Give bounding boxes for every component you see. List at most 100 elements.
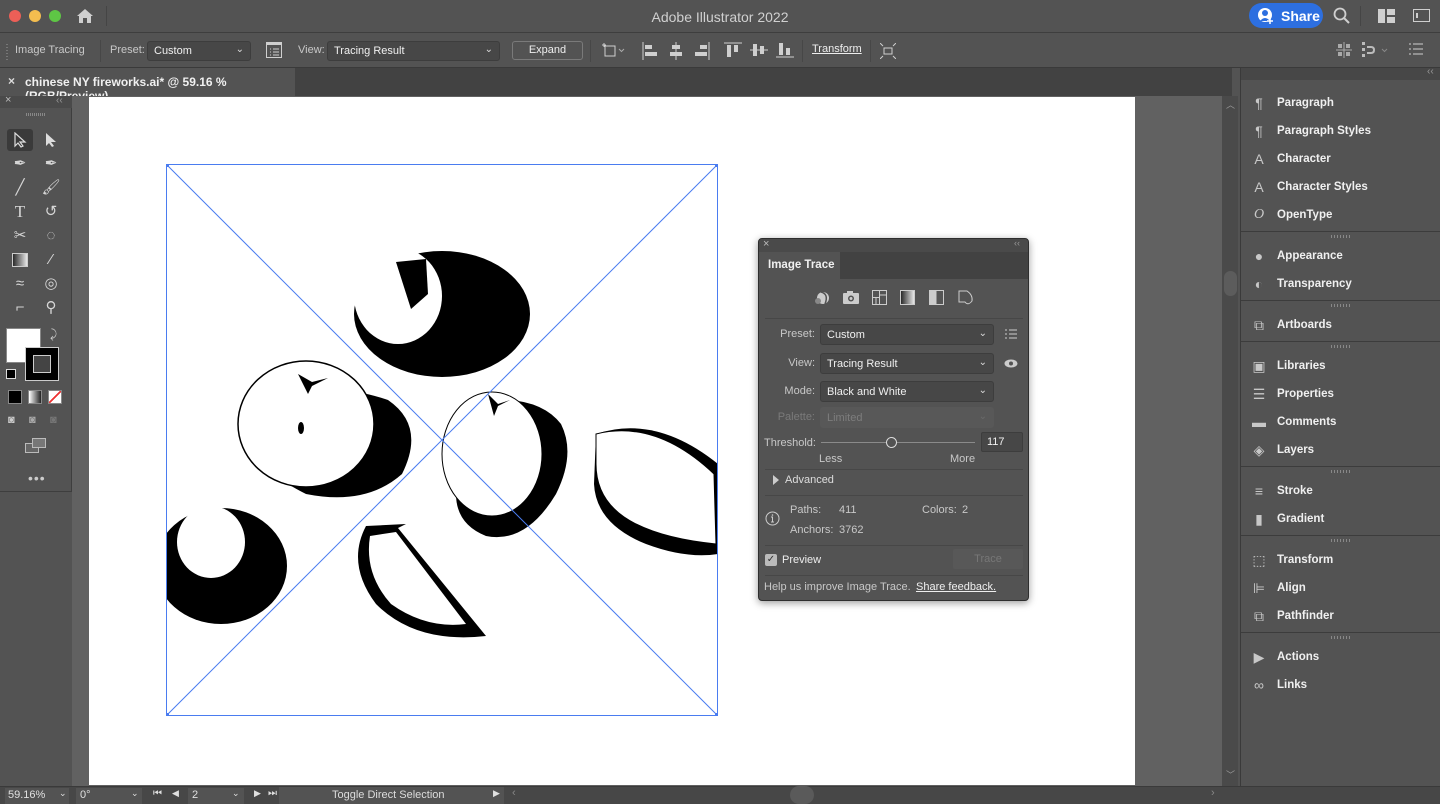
vertical-scrollbar[interactable]: ︿ ﹀ [1222,96,1238,786]
panel-item-transparency[interactable]: ◐ Transparency [1241,270,1440,298]
scroll-thumb[interactable] [1224,271,1237,296]
color-mode-icon[interactable] [8,390,22,404]
panel-item-links[interactable]: ∞ Links [1241,671,1440,699]
align-vertical-center-icon[interactable] [750,42,768,58]
artboard-tool-icon[interactable]: ⌐ [7,297,33,319]
isolate-object-icon[interactable] [880,43,896,59]
outline-icon[interactable] [958,290,974,306]
preset-dropdown[interactable]: Custom ⌄ [147,41,251,61]
panel-item-character[interactable]: A Character [1241,145,1440,173]
draw-normal-icon[interactable]: ◙ [8,414,22,428]
panel-group-grip[interactable] [1331,304,1351,307]
view-dropdown[interactable]: Tracing Result ⌄ [327,41,500,61]
align-right-icon[interactable] [694,42,710,60]
panel-group-grip[interactable] [1331,235,1351,238]
zoom-level-dropdown[interactable]: 59.16% ⌄ [5,788,69,804]
scissors-tool-icon[interactable]: ✂ [7,225,33,247]
swap-fill-stroke-icon[interactable]: ⤸ [50,327,57,342]
shape-builder-tool-icon[interactable]: ◎ [38,273,64,295]
scroll-right-icon[interactable]: › [1211,787,1215,799]
trace-button[interactable]: Trace [953,549,1023,569]
panel-item-character-styles[interactable]: A Character Styles [1241,173,1440,201]
puppet-warp-tool-icon[interactable]: ≈ [7,273,33,295]
threshold-input[interactable]: 117 [981,432,1023,452]
workspace-switcher-icon[interactable] [1378,9,1396,23]
gradient-mode-icon[interactable] [28,390,42,404]
align-top-icon[interactable] [724,42,742,58]
rotate-tool-icon[interactable]: ↺ [38,201,64,223]
arrange-documents-icon[interactable] [1413,9,1431,23]
disclosure-triangle-icon[interactable] [773,475,779,485]
manage-presets-icon[interactable] [1005,329,1017,339]
view-source-eye-icon[interactable] [1004,359,1018,368]
panel-item-layers[interactable]: ◈ Layers [1241,436,1440,464]
align-horizontal-center-icon[interactable] [668,42,684,60]
line-segment-tool-icon[interactable]: ╱ [7,177,33,199]
traced-image[interactable] [166,164,718,716]
image-trace-panel-icon[interactable] [266,42,282,58]
threshold-slider-track[interactable] [821,442,975,443]
selection-tool-icon[interactable] [7,129,33,151]
threshold-slider-thumb[interactable] [885,437,897,448]
bar-grip[interactable] [6,42,8,60]
transform-link[interactable]: Transform [812,43,862,55]
trace-mode-dropdown[interactable]: Black and White ⌄ [820,381,994,402]
lasso-tool-icon[interactable]: ◌ [38,225,64,247]
panel-item-libraries[interactable]: ▣ Libraries [1241,352,1440,380]
zoom-tool-icon[interactable]: ⚲ [38,297,64,319]
panel-item-transform[interactable]: ⬚ Transform [1241,546,1440,574]
panel-item-appearance[interactable]: ● Appearance [1241,242,1440,270]
previous-artboard-icon[interactable]: ◀ [172,788,179,799]
grayscale-icon[interactable] [900,290,915,305]
search-icon[interactable] [1333,7,1351,25]
close-panel-icon[interactable]: × [5,94,11,106]
next-artboard-icon[interactable]: ▶ [254,788,261,799]
snap-options-icon[interactable] [1362,42,1390,58]
panel-group-grip[interactable] [1331,345,1351,348]
advanced-toggle[interactable]: Advanced [785,474,834,486]
panel-item-align[interactable]: ⊫ Align [1241,574,1440,602]
none-mode-icon[interactable] [48,390,62,404]
panel-item-properties[interactable]: ☰ Properties [1241,380,1440,408]
curvature-tool-icon[interactable]: ✒ [38,153,64,175]
draw-inside-icon[interactable]: ◙ [50,414,64,428]
low-color-icon[interactable] [872,290,887,305]
panel-tab-image-trace[interactable]: Image Trace [759,252,840,279]
black-and-white-icon[interactable] [929,290,944,305]
artboard-number-dropdown[interactable]: 2 ⌄ [188,788,244,804]
scroll-down-icon[interactable]: ﹀ [1226,768,1235,781]
panel-item-actions[interactable]: ▶ Actions [1241,643,1440,671]
collapse-dock-icon[interactable]: ‹‹ [1427,66,1434,77]
align-bottom-icon[interactable] [776,42,794,58]
panel-item-artboards[interactable]: ⧉ Artboards [1241,311,1440,339]
high-color-icon[interactable] [843,291,859,304]
selection-handle[interactable] [715,164,718,167]
selection-handle[interactable] [715,713,718,716]
panel-group-grip[interactable] [1331,539,1351,542]
panel-item-gradient[interactable]: ▮ Gradient [1241,505,1440,533]
artboard-align-icon[interactable] [602,42,626,58]
gradient-tool-icon[interactable] [7,249,33,271]
scroll-up-icon[interactable]: ︿ [1226,98,1235,111]
panel-item-stroke[interactable]: ≡ Stroke [1241,477,1440,505]
screen-mode-icon[interactable] [25,438,47,454]
align-left-icon[interactable] [642,42,658,60]
paintbrush-tool-icon[interactable]: 🖌 [38,177,64,199]
pen-tool-icon[interactable]: ✒ [7,153,33,175]
type-tool-icon[interactable]: T [7,201,33,223]
panel-item-comments[interactable]: ▬ Comments [1241,408,1440,436]
eyedropper-tool-icon[interactable]: ⁄ [38,249,64,271]
panel-grip[interactable] [26,113,46,116]
trace-view-dropdown[interactable]: Tracing Result ⌄ [820,353,994,374]
trace-preset-dropdown[interactable]: Custom ⌄ [820,324,994,345]
collapse-panel-icon[interactable]: ‹‹ [56,95,63,106]
selection-handle[interactable] [166,164,169,167]
document-tab[interactable]: × chinese NY fireworks.ai* @ 59.16 % (RG… [0,68,295,103]
panel-item-paragraph[interactable]: ¶ Paragraph [1241,89,1440,117]
panel-group-grip[interactable] [1331,636,1351,639]
direct-selection-tool-icon[interactable] [38,129,64,151]
scroll-left-icon[interactable]: ‹ [512,787,516,799]
panel-item-pathfinder[interactable]: ⧉ Pathfinder [1241,602,1440,630]
auto-color-icon[interactable] [813,290,831,306]
close-tab-icon[interactable]: × [8,74,15,88]
